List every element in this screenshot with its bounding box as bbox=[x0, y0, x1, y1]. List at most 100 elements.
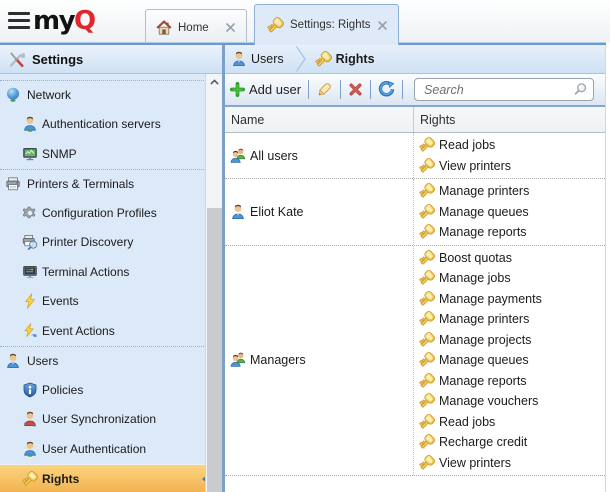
key-icon bbox=[315, 51, 332, 68]
sidebar-item-printer-discovery[interactable]: Printer Discovery bbox=[0, 228, 222, 258]
sidebar-item-label: Rights bbox=[42, 472, 79, 486]
sidebar-item-user-authentication[interactable]: User Authentication bbox=[0, 434, 222, 464]
group-icon bbox=[230, 352, 246, 368]
sidebar-title: Settings bbox=[32, 52, 83, 67]
user-icon bbox=[5, 353, 21, 369]
sidebar-scrollbar[interactable] bbox=[205, 74, 222, 492]
close-icon[interactable] bbox=[377, 20, 388, 31]
delete-x-icon bbox=[348, 82, 363, 97]
right-label: Read jobs bbox=[439, 415, 495, 429]
sidebar-item-events[interactable]: Events bbox=[0, 287, 222, 317]
rights-cell: Read jobs View printers bbox=[414, 133, 605, 178]
myq-settings-window: myQ Home Settings: Rights Settings Netwo… bbox=[0, 0, 610, 492]
myq-logo: myQ bbox=[33, 3, 95, 39]
monitor-icon bbox=[22, 146, 38, 162]
scroll-up-button[interactable] bbox=[206, 74, 222, 91]
row-name-label: All users bbox=[250, 149, 298, 163]
menu-icon[interactable] bbox=[8, 12, 30, 29]
refresh-button[interactable] bbox=[378, 81, 395, 98]
right-item: Manage payments bbox=[419, 289, 605, 310]
add-user-button[interactable]: Add user bbox=[230, 82, 301, 97]
breadcrumb-rights: Rights bbox=[336, 52, 375, 66]
breadcrumb: Users Rights bbox=[225, 45, 605, 74]
right-label: Manage queues bbox=[439, 353, 529, 367]
edit-button[interactable] bbox=[316, 81, 333, 98]
right-item: Manage jobs bbox=[419, 268, 605, 289]
key-icon bbox=[419, 373, 435, 389]
table-row-eliot-kate[interactable]: Eliot Kate Manage printers Manage queues… bbox=[225, 179, 605, 246]
name-cell: Managers bbox=[225, 246, 414, 476]
edit-pencil-icon bbox=[316, 81, 333, 98]
user-icon bbox=[230, 204, 246, 220]
sidebar-item-label: SNMP bbox=[42, 147, 77, 161]
globe-icon bbox=[5, 87, 21, 103]
chevron-up-icon bbox=[208, 76, 221, 89]
right-item: Recharge credit bbox=[419, 432, 605, 453]
sidebar-item-policies[interactable]: Policies bbox=[0, 375, 222, 405]
printer-icon bbox=[5, 176, 21, 192]
table-row-managers[interactable]: Managers Boost quotas Manage jobs Manage… bbox=[225, 246, 605, 477]
right-label: Manage reports bbox=[439, 225, 527, 239]
terminal-icon bbox=[22, 264, 38, 280]
close-icon[interactable] bbox=[225, 22, 236, 33]
magnifier-icon[interactable] bbox=[573, 82, 588, 97]
key-icon bbox=[419, 183, 435, 199]
user-sync-icon bbox=[22, 411, 38, 427]
table-row-all-users[interactable]: All users Read jobs View printers bbox=[225, 133, 605, 179]
right-label: Manage queues bbox=[439, 205, 529, 219]
key-icon bbox=[419, 224, 435, 240]
right-label: Recharge credit bbox=[439, 435, 527, 449]
sidebar-item-event-actions[interactable]: Event Actions bbox=[0, 316, 222, 346]
logo-text-my: my bbox=[33, 6, 74, 36]
breadcrumb-users[interactable]: Users bbox=[251, 52, 284, 66]
right-label: View printers bbox=[439, 159, 511, 173]
column-header-name[interactable]: Name bbox=[225, 107, 414, 132]
right-item: Manage printers bbox=[419, 181, 605, 202]
tab-home-label: Home bbox=[178, 22, 209, 34]
sidebar-item-label: Event Actions bbox=[42, 324, 115, 338]
lightning-icon bbox=[22, 293, 38, 309]
logo-text-q: Q bbox=[74, 6, 95, 36]
key-icon bbox=[419, 137, 435, 153]
tab-home[interactable]: Home bbox=[145, 9, 247, 45]
sidebar-item-label: Printers & Terminals bbox=[27, 177, 134, 191]
table-body: All users Read jobs View printers bbox=[225, 133, 605, 476]
key-icon bbox=[419, 414, 435, 430]
key-icon bbox=[419, 291, 435, 307]
scrollbar-thumb[interactable] bbox=[207, 208, 222, 492]
sidebar-item-users[interactable]: Users bbox=[0, 346, 222, 376]
top-tab-bar: myQ Home Settings: Rights bbox=[0, 0, 610, 42]
search-box bbox=[414, 78, 594, 101]
sidebar-item-snmp[interactable]: SNMP bbox=[0, 139, 222, 169]
right-item: View printers bbox=[419, 156, 605, 177]
toolbar-separator bbox=[308, 80, 309, 99]
search-input[interactable] bbox=[414, 78, 594, 101]
right-item: Read jobs bbox=[419, 412, 605, 433]
sidebar-item-label: Terminal Actions bbox=[42, 265, 129, 279]
right-label: Read jobs bbox=[439, 138, 495, 152]
right-label: Manage reports bbox=[439, 374, 527, 388]
sidebar-item-user-synchronization[interactable]: User Synchronization bbox=[0, 405, 222, 435]
sidebar-item-printers-terminals[interactable]: Printers & Terminals bbox=[0, 169, 222, 199]
sidebar-item-label: Events bbox=[42, 294, 79, 308]
right-item: Manage vouchers bbox=[419, 391, 605, 412]
chevron-right-icon bbox=[296, 46, 306, 72]
tab-settings-rights[interactable]: Settings: Rights bbox=[254, 4, 399, 45]
sidebar-item-network[interactable]: Network bbox=[0, 80, 222, 110]
user-icon bbox=[22, 116, 38, 132]
sidebar-item-authentication-servers[interactable]: Authentication servers bbox=[0, 110, 222, 140]
sidebar-item-configuration-profiles[interactable]: Configuration Profiles bbox=[0, 198, 222, 228]
refresh-icon bbox=[378, 81, 395, 98]
sidebar-item-label: Authentication servers bbox=[42, 117, 161, 131]
key-icon bbox=[419, 250, 435, 266]
printer-search-icon bbox=[22, 234, 38, 250]
sidebar-item-rights[interactable]: Rights bbox=[0, 464, 222, 492]
sidebar-item-terminal-actions[interactable]: Terminal Actions bbox=[0, 257, 222, 287]
column-header-rights[interactable]: Rights bbox=[414, 107, 605, 132]
sidebar-item-label: Configuration Profiles bbox=[42, 206, 157, 220]
user-icon bbox=[231, 51, 247, 67]
table-header: Name Rights bbox=[225, 107, 605, 133]
gear-icon bbox=[22, 205, 38, 221]
right-item: Manage queues bbox=[419, 202, 605, 223]
delete-button[interactable] bbox=[348, 82, 363, 97]
